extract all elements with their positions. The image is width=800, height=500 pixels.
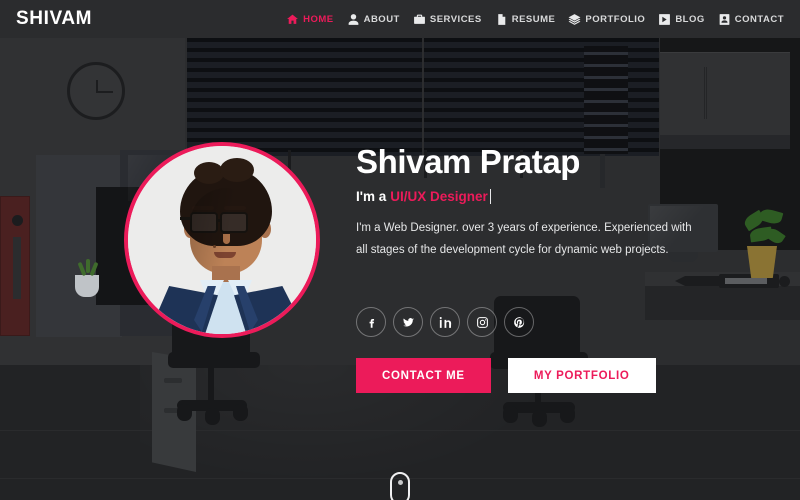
nav-item-resume[interactable]: RESUME	[495, 13, 556, 26]
avatar-face-shading	[190, 188, 262, 274]
hero-role-typed: UI/UX Designer	[390, 189, 488, 205]
my-portfolio-button[interactable]: MY PORTFOLIO	[507, 358, 656, 393]
nav-item-label: CONTACT	[734, 13, 784, 25]
nav-item-label: BLOG	[675, 13, 705, 25]
scroll-down-indicator[interactable]	[390, 472, 410, 500]
nav-item-services[interactable]: SERVICES	[413, 13, 482, 26]
avatar-hair-tuft	[220, 158, 254, 182]
briefcase-icon	[413, 14, 425, 24]
main-navigation: HOME ABOUT SERVICES RESUME PORTFOLIO BLOG CONT…	[286, 13, 784, 26]
scroll-wheel-dot	[397, 480, 403, 485]
nav-item-blog[interactable]: BLOG	[658, 13, 704, 26]
page-stage: SHIVAM HOME ABOUT SERVICES RESUME PORTFOLIO B…	[0, 0, 800, 500]
nav-item-portfolio[interactable]: PORTFOLIO	[568, 13, 645, 26]
instagram-icon	[476, 316, 488, 328]
social-link-facebook[interactable]	[356, 307, 386, 337]
pinterest-icon	[513, 316, 524, 328]
nav-item-home[interactable]: HOME	[286, 13, 334, 26]
page-title: Shivam Pratap	[356, 143, 581, 180]
hero-actions: CONTACT ME MY PORTFOLIO	[356, 358, 656, 393]
hero-intro-prefix: I'm a	[356, 189, 387, 205]
linkedin-icon	[439, 316, 451, 328]
social-link-pinterest[interactable]	[504, 307, 534, 337]
nav-item-label: PORTFOLIO	[585, 13, 646, 25]
layers-icon	[568, 13, 581, 25]
typing-caret	[489, 189, 492, 205]
nav-item-about[interactable]: ABOUT	[347, 13, 400, 26]
social-link-twitter[interactable]	[393, 307, 423, 337]
social-link-linkedin[interactable]	[430, 307, 460, 337]
contact-me-button[interactable]: CONTACT ME	[356, 358, 491, 393]
avatar	[124, 142, 320, 338]
avatar-hair-tuft	[194, 162, 224, 184]
document-icon	[497, 13, 506, 25]
nav-item-label: SERVICES	[429, 13, 482, 25]
nav-item-label: RESUME	[511, 13, 556, 25]
twitter-icon	[402, 317, 414, 326]
site-header: SHIVAM HOME ABOUT SERVICES RESUME PORTFOLIO B…	[0, 0, 800, 38]
social-link-instagram[interactable]	[467, 307, 497, 337]
user-icon	[348, 13, 358, 25]
site-logo[interactable]: SHIVAM	[16, 8, 92, 30]
nav-item-label: HOME	[303, 13, 334, 25]
hero-description: I'm a Web Designer. over 3 years of expe…	[356, 222, 692, 256]
social-links	[356, 307, 534, 337]
contact-icon	[719, 13, 730, 25]
hero-text-block: Shivam Pratap I'm a UI/UX Designer I'm a…	[356, 143, 716, 261]
blog-icon	[659, 13, 671, 25]
nav-item-contact[interactable]: CONTACT	[718, 13, 784, 26]
facebook-icon	[369, 318, 374, 328]
hero-subtitle: I'm a UI/UX Designer	[356, 189, 716, 205]
nav-item-label: ABOUT	[363, 13, 400, 25]
home-icon	[287, 14, 298, 24]
hero-section: Shivam Pratap I'm a UI/UX Designer I'm a…	[0, 38, 800, 500]
